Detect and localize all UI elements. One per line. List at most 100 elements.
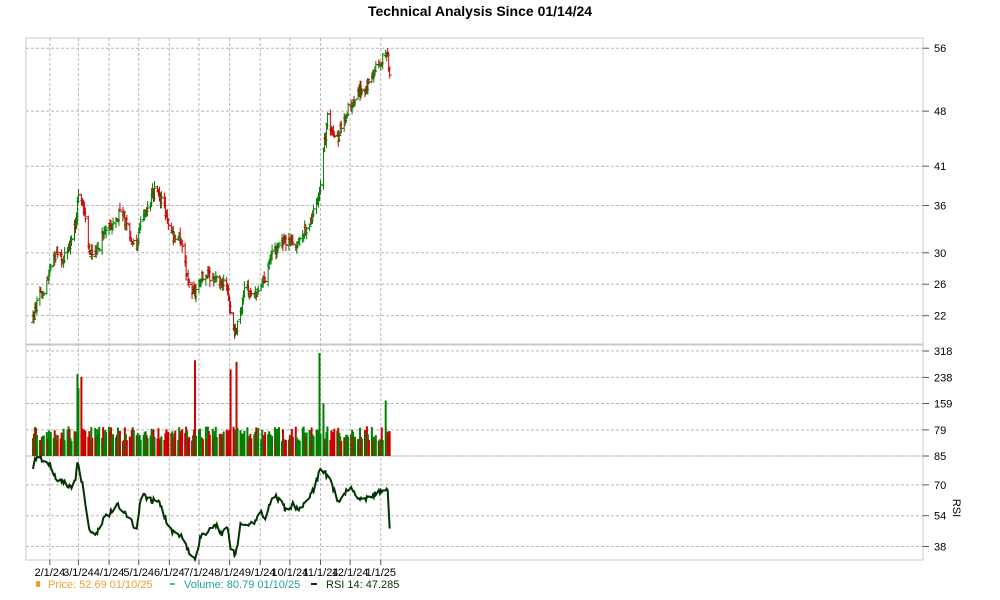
price-bar [59,249,64,268]
volume-bars [31,352,391,456]
technical-analysis-chart: Technical Analysis Since 01/14/24 56 48 41… [25,3,962,591]
volume-bar [222,431,225,456]
legend-swatch-price [36,581,40,587]
volume-bar [167,431,170,456]
volume-bar [49,431,52,456]
volume-bar [381,439,384,456]
volume-bar [181,429,184,456]
volume-bar [284,440,287,456]
volume-bar [42,435,45,456]
x-tick-label: 4/1/24 [94,567,125,579]
grid-lines [26,38,929,565]
volume-bar [257,428,260,456]
volume-y-tick-label: 238 [934,372,952,384]
volume-bar [98,427,101,456]
rsi-y-tick-label: 54 [934,511,946,523]
volume-bar [312,436,315,456]
price-bar [321,147,326,190]
volume-bar [347,436,350,456]
rsi-axis-label: RSI [950,499,962,517]
x-tick-label: 2/1/24 [34,567,65,579]
volume-bar [77,388,80,456]
price-y-tick-label: 30 [934,248,946,260]
legend-item: RSI 14: 47.285 [311,579,399,591]
volume-bar [105,431,108,456]
rsi-y-tick-label: 38 [934,542,946,554]
price-bar [117,202,122,212]
volume-bar [215,437,218,456]
rsi-y-tick-label: 70 [934,480,946,492]
volume-bar [70,440,73,456]
volume-bar [112,434,115,456]
volume-bar [153,436,156,456]
x-tick-label: 8/1/24 [214,567,245,579]
price-y-tick-label: 36 [934,201,946,213]
price-bar [116,210,121,226]
volume-bar [146,437,149,456]
volume-bar [250,438,253,456]
volume-y-tick-label: 159 [934,399,952,411]
x-axis-tick-labels: 2/1/243/1/24 4/1/24 5/1/24 6/1/24 7/1/24 8/1/… [34,567,396,579]
volume-bar [326,426,329,456]
legend-label: Price: 52.69 01/10/25 [48,579,153,591]
volume-bar [125,440,128,456]
legend-label: Volume: 80.79 01/10/25 [184,579,300,591]
volume-bar [319,433,322,456]
volume-bar [56,435,59,456]
volume-bar [229,369,232,456]
price-y-tick-label: 48 [934,106,946,118]
volume-bar [374,435,377,456]
volume-bar [298,440,301,456]
x-tick-label: 6/1/24 [154,567,185,579]
volume-bar [91,437,94,456]
rsi-y-tick-label: 85 [934,451,946,463]
volume-bar [35,434,38,456]
volume-bar [208,434,211,456]
volume-bar [305,432,308,456]
price-y-tick-label: 26 [934,279,946,291]
volume-bar [360,439,363,456]
volume-bar [278,427,280,456]
volume-y-tick-label: 79 [934,425,946,437]
y-axis-tick-labels: 56 48 41 36 30 26 22 318 238 159 79 85 70 54 38 [934,43,952,553]
volume-bar [188,436,191,456]
price-y-tick-label: 56 [934,43,946,55]
price-bar [44,279,49,295]
volume-bar [354,436,357,456]
rsi-line [32,455,391,563]
volume-bar [243,430,246,456]
volume-bar [201,438,204,456]
volume-bar [367,439,370,456]
x-tick-label: 3/1/24 [63,567,94,579]
volume-bar [174,430,177,456]
volume-bar [132,430,135,456]
legend-label: RSI 14: 47.285 [326,579,399,591]
volume-bar [340,440,343,456]
volume-bar [271,436,274,456]
price-y-tick-label: 41 [934,161,946,173]
x-tick-label: 5/1/24 [123,567,154,579]
volume-bar [291,436,294,456]
volume-bar [236,427,239,456]
volume-bar [333,428,336,456]
volume-bar [84,431,87,456]
x-tick-label: 7/1/24 [184,567,215,579]
volume-bar [63,440,66,456]
volume-bar [388,431,391,456]
chart-title: Technical Analysis Since 01/14/24 [368,3,592,19]
volume-bar [264,432,267,456]
x-tick-label: 1/1/25 [365,567,396,579]
rsi-series [32,455,391,563]
volume-bar [118,430,121,456]
volume-bar [195,435,198,456]
legend-item: Price: 52.69 01/10/25 [36,579,153,591]
price-bars [30,48,392,339]
volume-bar [160,436,163,456]
volume-y-tick-label: 318 [934,346,952,358]
x-tick-label: 12/1/24 [332,567,369,579]
price-panel-frame [25,37,924,345]
rsi-panel-frame [25,455,924,561]
price-y-tick-label: 22 [934,311,946,323]
legend: Price: 52.69 01/10/25 Volume: 80.79 01/10… [36,579,399,591]
legend-item: Volume: 80.79 01/10/25 [170,579,300,591]
